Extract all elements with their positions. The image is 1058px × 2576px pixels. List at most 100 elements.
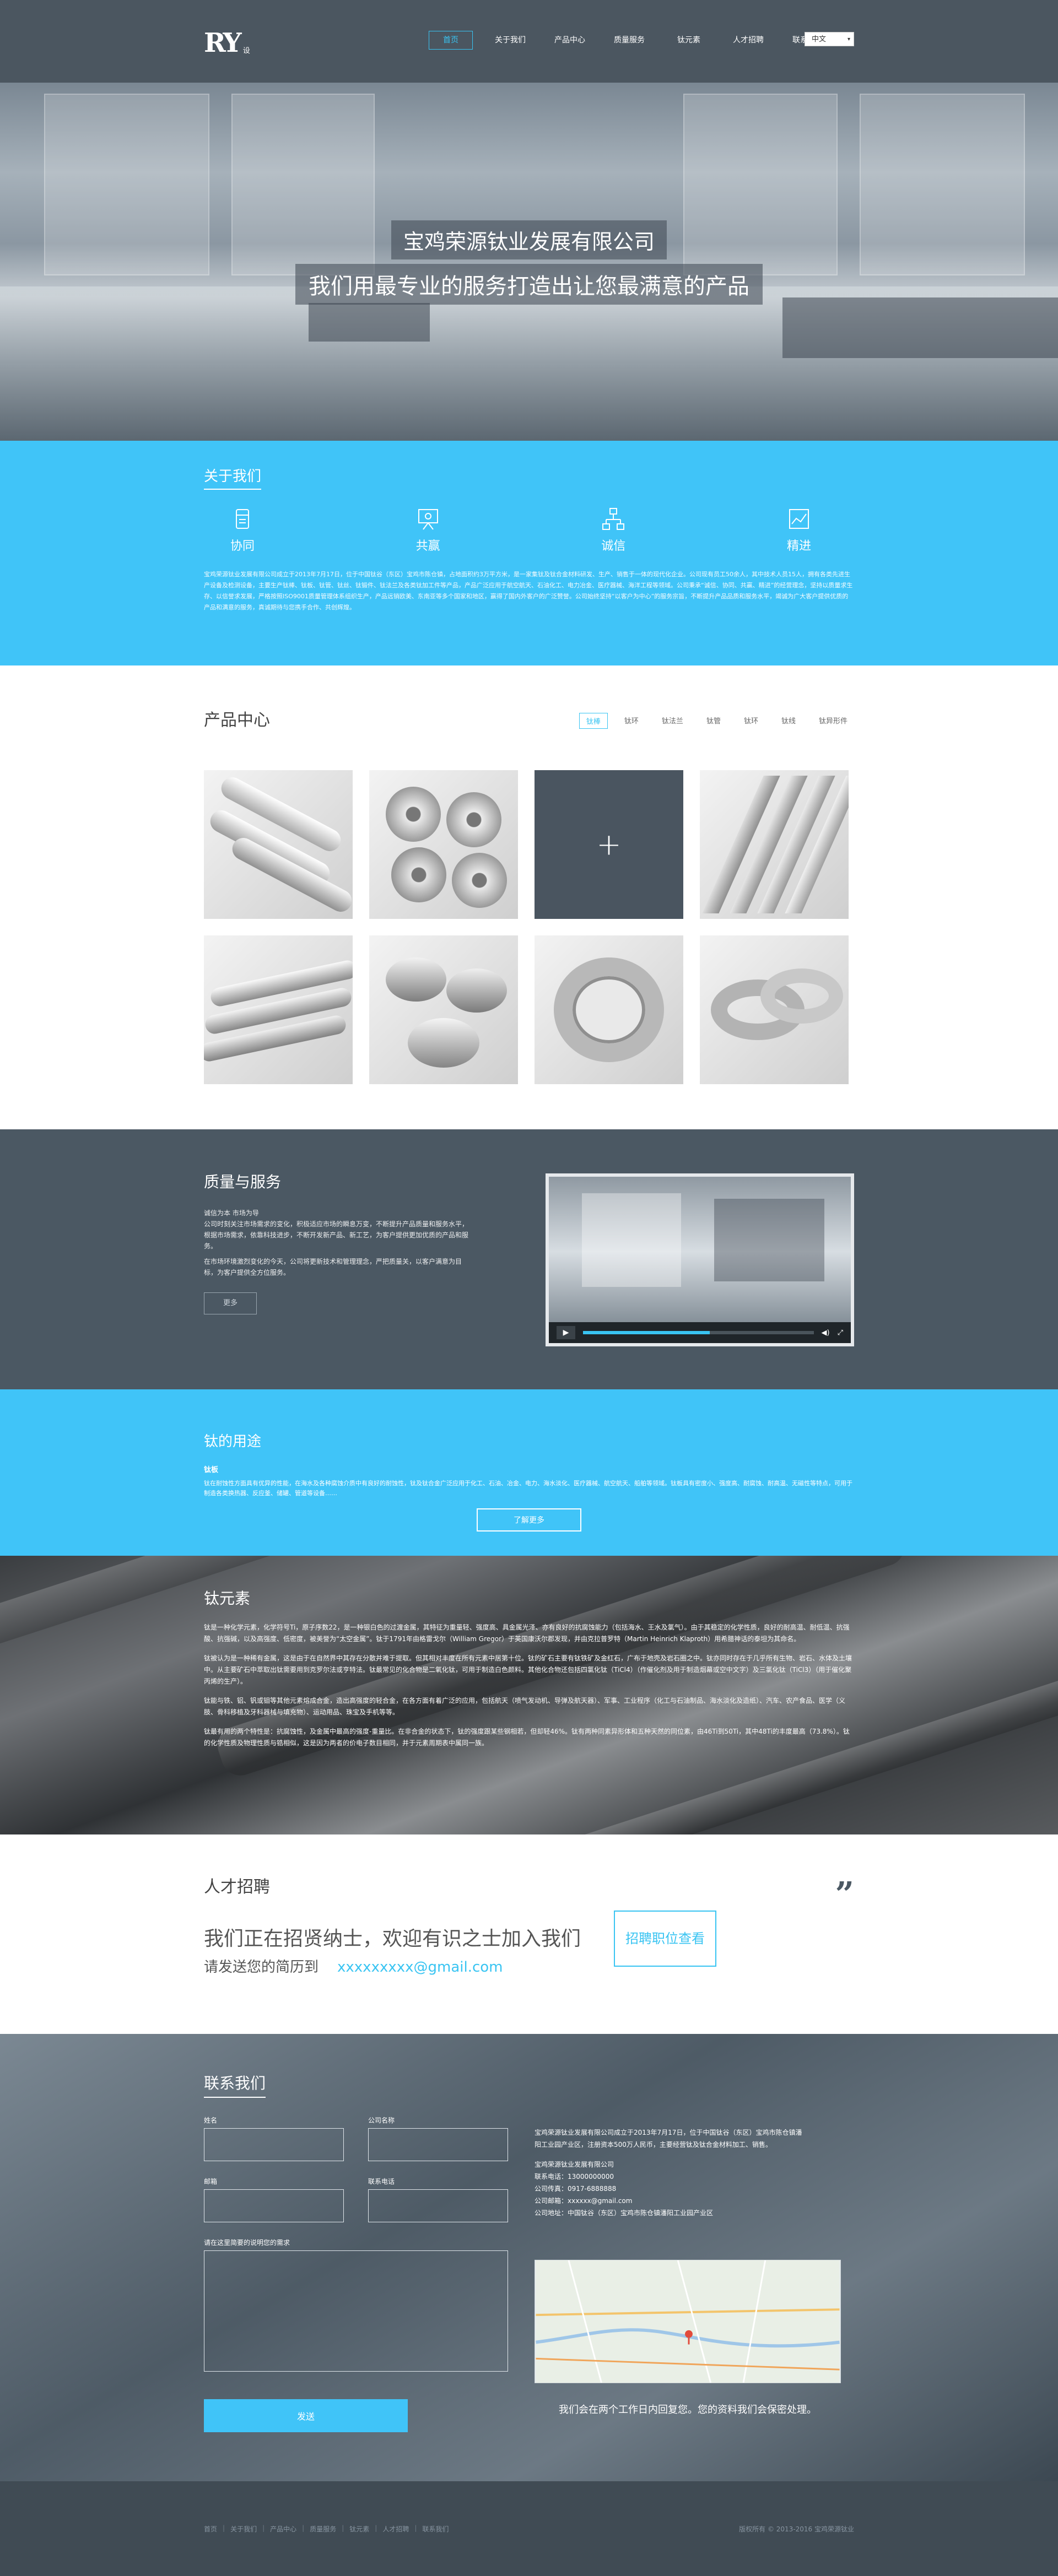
product-plates[interactable] xyxy=(700,770,849,919)
name-field[interactable] xyxy=(204,2128,344,2161)
footer-separator: | xyxy=(262,2524,265,2532)
logo[interactable]: RY 设 xyxy=(204,28,250,58)
footer-link-products[interactable]: 产品中心 xyxy=(270,2524,296,2534)
tab-titanium-wire[interactable]: 钛线 xyxy=(775,713,802,729)
footer-link-service[interactable]: 质量服务 xyxy=(310,2524,336,2534)
disc-shape xyxy=(446,968,507,1013)
tab-titanium-ring-2[interactable]: 钛环 xyxy=(737,713,765,729)
products-header: 产品中心 钛棒 钛环 钛法兰 钛管 钛环 钛线 钛异形件 xyxy=(204,665,854,770)
company-field[interactable] xyxy=(368,2128,508,2161)
info-line: 宝鸡荣源钛业发展有限公司成立于2013年7月17日，位于中国钛谷（东区）宝鸡市陈… xyxy=(535,2129,802,2136)
product-flanges[interactable] xyxy=(369,770,518,919)
video-player[interactable]: ▶ ◀) ⤢ xyxy=(546,1173,854,1346)
product-rods[interactable] xyxy=(204,770,353,919)
tab-titanium-shaped[interactable]: 钛异形件 xyxy=(812,713,854,729)
disc-shape xyxy=(386,957,446,1002)
element-text: 钛是一种化学元素，化学符号Ti，原子序数22，是一种银白色的过渡金属，其特征为重… xyxy=(204,1622,854,1749)
about-item-progress: 精进 xyxy=(771,506,827,554)
uses-title: 钛的用途 xyxy=(204,1433,262,1450)
career-mail-link[interactable]: xxxxxxxxx@gmail.com xyxy=(337,1959,503,1976)
info-gap xyxy=(535,2151,843,2158)
hero-slogan: 我们用最专业的服务打造出让您最满意的产品 xyxy=(295,264,763,305)
map-graphic xyxy=(536,2260,840,2383)
fullscreen-icon[interactable]: ⤢ xyxy=(838,1329,843,1337)
location-map[interactable] xyxy=(535,2260,841,2383)
learn-more-button[interactable]: 了解更多 xyxy=(477,1508,581,1531)
product-discs[interactable] xyxy=(369,935,518,1084)
volume-icon[interactable]: ◀) xyxy=(822,1329,830,1337)
tab-titanium-tube[interactable]: 钛管 xyxy=(700,713,727,729)
element-title: 钛元素 xyxy=(204,1589,251,1608)
tab-titanium-flange[interactable]: 钛法兰 xyxy=(655,713,690,729)
phone-field[interactable] xyxy=(368,2189,508,2222)
nav-home[interactable]: 首页 xyxy=(429,31,473,50)
nav-products[interactable]: 产品中心 xyxy=(540,31,600,50)
about-item-winwin: 共赢 xyxy=(401,506,456,554)
video-progress-fill xyxy=(583,1331,710,1334)
network-icon xyxy=(602,508,625,530)
nav-element[interactable]: 钛元素 xyxy=(659,31,719,50)
language-value: 中文 xyxy=(812,35,827,44)
contact-title: 联系我们 xyxy=(204,2034,266,2098)
product-rings[interactable] xyxy=(700,935,849,1084)
element-paragraph: 钛能与铁、铝、钒或钼等其他元素熔成合金，造出高强度的轻合金，在各方面有着广泛的应… xyxy=(204,1697,846,1716)
footer-link-career[interactable]: 人才招聘 xyxy=(382,2524,409,2534)
nav-about[interactable]: 关于我们 xyxy=(481,31,540,50)
info-line: 公司地址：中国钛谷（东区）宝鸡市陈仓镇潘阳工业园产业区 xyxy=(535,2209,714,2217)
uses-sub: 钛板 xyxy=(204,1466,219,1474)
language-select[interactable]: 中文 ▾ xyxy=(805,32,854,46)
footer: 首页 | 关于我们 | 产品中心 | 质量服务 | 钛元素 | 人才招聘 | 联系我们 版权… xyxy=(0,2481,1058,2576)
video-scene-window xyxy=(582,1193,681,1287)
product-grid: + xyxy=(204,770,854,1084)
service-paragraph-2: 在市场环境激烈变化的今天，公司将更新技术和管理理念，严把质量关，以客户满意为目标… xyxy=(204,1258,462,1276)
footer-link-element[interactable]: 钛元素 xyxy=(349,2524,369,2534)
info-line: 公司传真：0917-6888888 xyxy=(535,2185,617,2193)
main-menu: 首页 关于我们 产品中心 质量服务 钛元素 人才招聘 联系我们 xyxy=(429,31,838,50)
nav-career[interactable]: 人才招聘 xyxy=(719,31,778,50)
product-tubes[interactable] xyxy=(204,935,353,1084)
footer-separator: | xyxy=(375,2524,377,2532)
footer-link-about[interactable]: 关于我们 xyxy=(230,2524,257,2534)
top-nav: RY 设 首页 关于我们 产品中心 质量服务 钛元素 人才招聘 联系我们 中文 … xyxy=(0,0,1058,83)
logo-mark: RY xyxy=(204,28,242,58)
play-icon[interactable]: ▶ xyxy=(557,1326,575,1339)
career-title: 人才招聘 xyxy=(204,1877,270,1897)
product-wire[interactable] xyxy=(535,935,683,1084)
flange-shape xyxy=(446,792,501,847)
service-more-button[interactable]: 更多 xyxy=(204,1292,257,1314)
email-label: 邮箱 xyxy=(204,2178,218,2185)
nav-service[interactable]: 质量服务 xyxy=(600,31,659,50)
form-col: 邮箱 xyxy=(204,2177,344,2222)
contact-form: 姓名 公司名称 邮箱 联系电话 请在这里简要的说明您的需求 发送 xyxy=(204,2115,512,2432)
email-field[interactable] xyxy=(204,2189,344,2222)
footer-link-contact[interactable]: 联系我们 xyxy=(422,2524,449,2534)
product-more[interactable]: + xyxy=(535,770,683,919)
hero-company-name: 宝鸡荣源钛业发展有限公司 xyxy=(391,220,667,259)
uses-section: 钛的用途 钛板 钛在耐蚀性方面具有优异的性能，在海水及各种腐蚀介质中有良好的耐蚀… xyxy=(0,1389,1058,1556)
message-field[interactable] xyxy=(204,2250,508,2372)
chart-icon xyxy=(789,509,809,529)
footer-link-home[interactable]: 首页 xyxy=(204,2524,217,2534)
about-item-honesty: 诚信 xyxy=(586,506,641,554)
products-section: 产品中心 钛棒 钛环 钛法兰 钛管 钛环 钛线 钛异形件 + xyxy=(0,665,1058,1129)
footer-separator: | xyxy=(302,2524,305,2532)
info-line: 联系电话：13000000000 xyxy=(535,2173,614,2180)
footer-links: 首页 | 关于我们 | 产品中心 | 质量服务 | 钛元素 | 人才招聘 | 联系我们 xyxy=(204,2524,449,2534)
view-jobs-button[interactable]: 招聘职位查看 xyxy=(614,1911,716,1967)
video-scene-wall xyxy=(714,1199,824,1281)
flange-shape xyxy=(386,787,441,842)
product-tabs: 钛棒 钛环 钛法兰 钛管 钛环 钛线 钛异形件 xyxy=(579,713,854,729)
tab-titanium-ring[interactable]: 钛环 xyxy=(618,713,645,729)
about-item-label: 精进 xyxy=(786,539,811,553)
copyright: 版权所有 © 2013-2016 宝鸡荣源钛业 xyxy=(739,2525,854,2533)
tab-titanium-rod[interactable]: 钛棒 xyxy=(579,713,608,729)
info-line: 阳工业园产业区，注册资本500万人民币，主要经营钛及钛合金材料加工、销售。 xyxy=(535,2141,772,2149)
about-item-label: 协同 xyxy=(230,539,255,553)
career-headline: 我们正在招贤纳士，欢迎有识之士加入我们 xyxy=(204,1928,581,1950)
send-button[interactable]: 发送 xyxy=(204,2399,408,2432)
disc-shape xyxy=(408,1018,479,1068)
flange-shape xyxy=(452,853,507,908)
about-item-label: 共赢 xyxy=(415,539,440,553)
video-progress[interactable] xyxy=(583,1331,814,1334)
hero-desk xyxy=(309,303,430,342)
